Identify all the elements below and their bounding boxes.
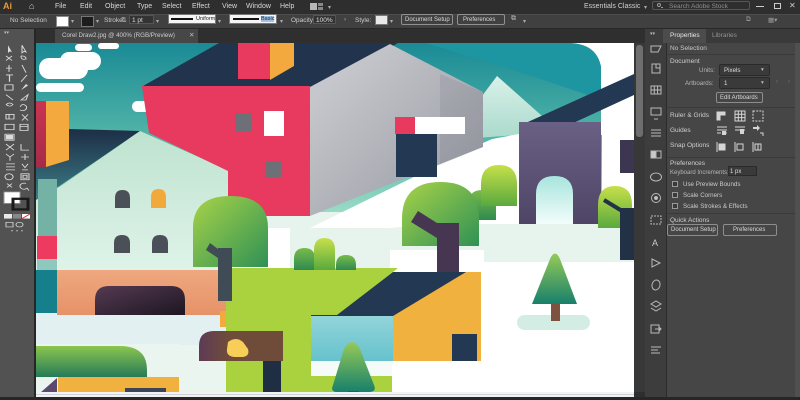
svg-text:A: A [652, 238, 658, 248]
